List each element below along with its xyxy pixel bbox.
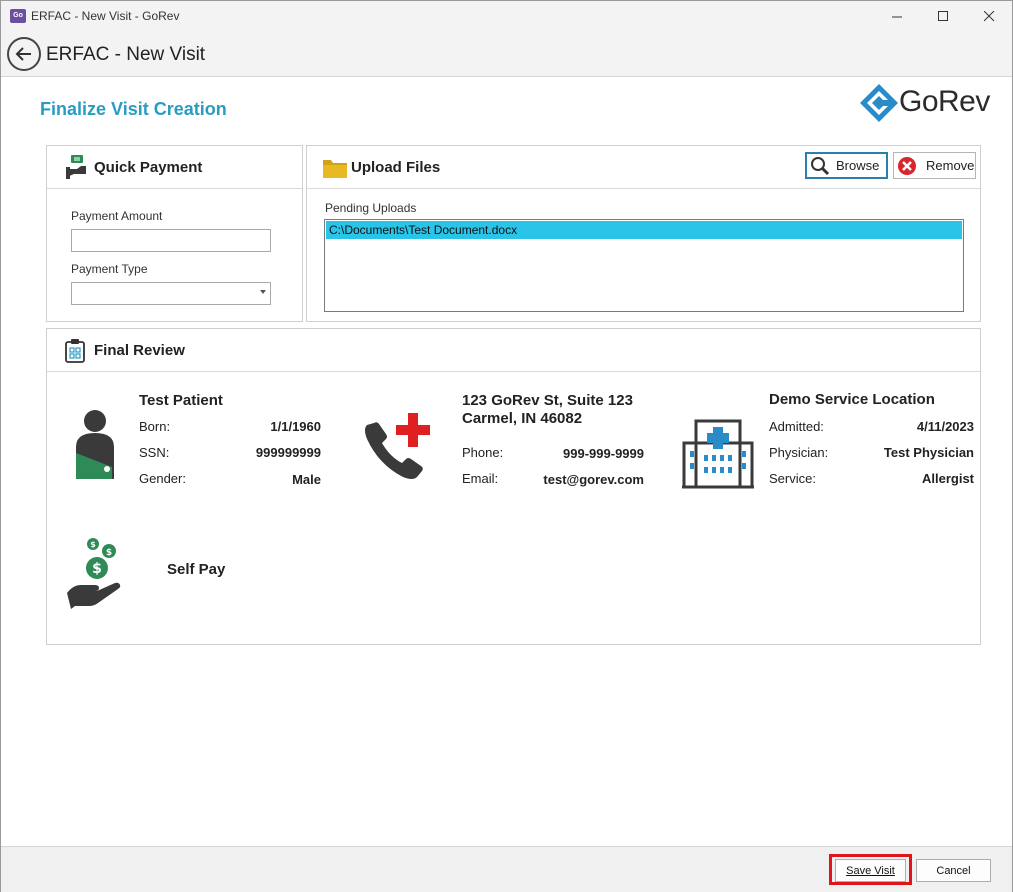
remove-label: Remove: [926, 158, 975, 173]
minimize-icon: [891, 16, 902, 18]
remove-button[interactable]: Remove: [893, 152, 976, 179]
app-window: Go ERFAC - New Visit - GoRev ERFAC - New…: [0, 0, 1013, 892]
payment-amount-input[interactable]: [71, 229, 271, 252]
patient-icon: [76, 410, 114, 479]
phone-label: Phone:: [462, 445, 504, 460]
back-button[interactable]: [7, 37, 41, 71]
upload-files-header: Upload Files Browse Remove: [307, 146, 980, 189]
physician-label: Physician:: [769, 445, 829, 460]
physician-value: Test Physician: [883, 445, 974, 460]
maximize-icon: [937, 11, 948, 21]
final-review-title: Final Review: [94, 342, 185, 359]
quick-payment-title: Quick Payment: [94, 159, 203, 176]
maximize-button[interactable]: [920, 1, 966, 32]
upload-files-title: Upload Files: [351, 159, 441, 176]
payment-type-select[interactable]: [71, 282, 271, 305]
ssn-label: SSN:: [139, 445, 170, 460]
email-label: Email:: [462, 471, 499, 486]
remove-icon: [898, 156, 916, 175]
gender-value: Male: [292, 472, 321, 487]
svg-text:$: $: [90, 540, 96, 549]
folder-icon: [323, 160, 347, 178]
gender-label: Gender:: [139, 471, 186, 486]
list-item[interactable]: C:\Documents\Test Document.docx: [326, 221, 962, 239]
chevron-down-icon: [260, 290, 266, 294]
final-review-header: Final Review: [47, 329, 980, 372]
cancel-button[interactable]: Cancel: [916, 859, 991, 882]
service-value: Allergist: [921, 471, 974, 486]
minimize-button[interactable]: [874, 1, 920, 32]
close-button[interactable]: [966, 1, 1012, 32]
gorev-logo-icon: [860, 84, 898, 122]
hospital-icon: [682, 419, 754, 489]
pending-uploads-list[interactable]: C:\Documents\Test Document.docx: [324, 219, 964, 312]
header-bar: ERFAC - New Visit: [1, 32, 1012, 77]
quick-payment-panel: Quick Payment Payment Amount Payment Typ…: [46, 145, 303, 322]
ssn-value: 999999999: [255, 445, 321, 460]
final-review-panel: Final Review Test Patient Born: 1/1/1960…: [46, 328, 981, 645]
clipboard-icon: [65, 339, 85, 363]
phone-medical-icon: [365, 413, 430, 479]
location-name: Demo Service Location: [769, 391, 935, 408]
address-line2: Carmel, IN 46082: [462, 410, 583, 427]
payer-name: Self Pay: [167, 561, 226, 578]
upload-files-panel: Upload Files Browse Remove Pending Uploa…: [306, 145, 981, 322]
service-label: Service:: [769, 471, 816, 486]
email-value: test@gorev.com: [543, 472, 644, 487]
quick-payment-header: Quick Payment: [47, 146, 302, 189]
browse-button[interactable]: Browse: [805, 152, 888, 179]
phone-value: 999-999-9999: [563, 446, 644, 461]
browse-label: Browse: [836, 158, 880, 173]
app-icon: Go: [10, 9, 26, 23]
svg-text:$: $: [106, 548, 112, 558]
window-title: ERFAC - New Visit - GoRev: [31, 9, 180, 23]
page-title: Finalize Visit Creation: [40, 99, 227, 119]
patient-name: Test Patient: [139, 392, 223, 409]
payment-type-label: Payment Type: [71, 262, 148, 276]
logo-text: GoRev: [899, 85, 990, 118]
search-icon: [811, 156, 830, 175]
svg-text:$: $: [92, 561, 102, 577]
save-visit-highlight: [829, 854, 912, 885]
self-pay-icon: $ $ $: [67, 538, 121, 609]
born-value: 1/1/1960: [270, 419, 321, 434]
gorev-logo: GoRev: [859, 81, 995, 123]
admitted-label: Admitted:: [769, 419, 824, 434]
cash-hand-icon: [66, 155, 86, 179]
close-icon: [983, 11, 994, 22]
payment-amount-label: Payment Amount: [71, 209, 163, 223]
address-line1: 123 GoRev St, Suite 123: [462, 392, 633, 409]
header-title: ERFAC - New Visit: [46, 44, 206, 65]
born-label: Born:: [139, 419, 171, 434]
admitted-value: 4/11/2023: [916, 419, 974, 434]
cancel-label: Cancel: [936, 864, 971, 877]
title-bar: Go ERFAC - New Visit - GoRev: [1, 1, 1012, 32]
arrow-left-icon: [15, 47, 31, 61]
pending-uploads-label: Pending Uploads: [325, 201, 417, 215]
